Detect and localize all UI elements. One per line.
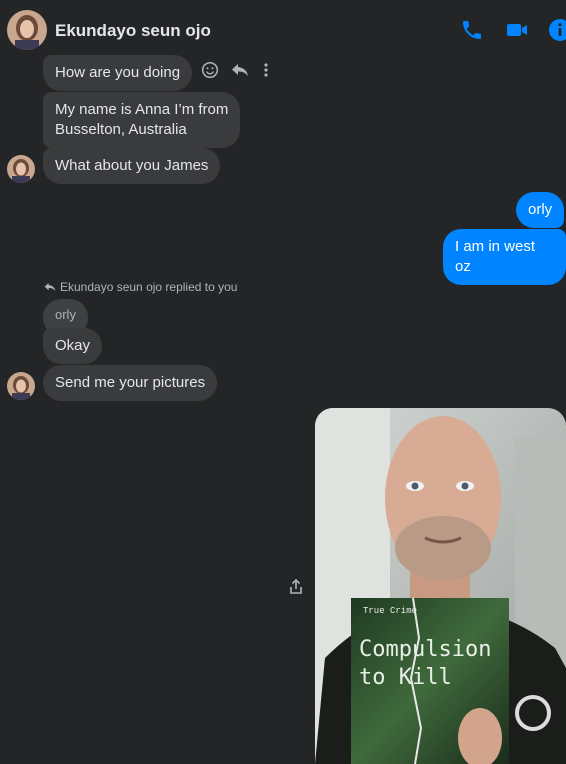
book-title-line-2: to Kill [359, 665, 452, 690]
message-actions [201, 61, 271, 79]
book-title-line-1: Compulsion [359, 637, 491, 662]
contact-name[interactable]: Ekundayo seun ojo [55, 21, 211, 41]
reply-context-text: Ekundayo seun ojo replied to you [60, 280, 238, 294]
photo-message[interactable]: True Crime Compulsion to Kill [315, 408, 566, 764]
conversation-header: Ekundayo seun ojo [0, 0, 566, 62]
reply-context-label: Ekundayo seun ojo replied to you [44, 280, 237, 294]
phone-icon[interactable] [460, 18, 484, 42]
reply-icon[interactable] [231, 61, 249, 79]
message-bubble[interactable]: Okay [43, 328, 103, 364]
reply-icon [44, 283, 56, 291]
info-icon[interactable] [548, 18, 566, 42]
react-smiley-icon[interactable] [201, 61, 219, 79]
outgoing-message-bubble[interactable]: orly [516, 192, 565, 228]
message-bubble[interactable]: How are you doing [43, 55, 193, 91]
contact-avatar-small[interactable] [7, 372, 35, 400]
outgoing-message-bubble[interactable]: I am in west oz [443, 229, 566, 285]
message-bubble[interactable]: My name is Anna I’m from Busselton, Aust… [43, 92, 241, 148]
more-options-icon[interactable] [261, 61, 271, 79]
share-icon[interactable] [288, 578, 304, 595]
contact-avatar[interactable] [7, 10, 47, 50]
book-tagline-text: True Crime [363, 606, 417, 616]
video-camera-icon[interactable] [505, 18, 529, 42]
message-line: My name is Anna I’m from [55, 101, 229, 118]
contact-avatar-small[interactable] [7, 155, 35, 183]
message-bubble[interactable]: What about you James [43, 148, 221, 184]
message-line: Busselton, Australia [55, 121, 187, 138]
message-bubble[interactable]: Send me your pictures [43, 365, 218, 401]
